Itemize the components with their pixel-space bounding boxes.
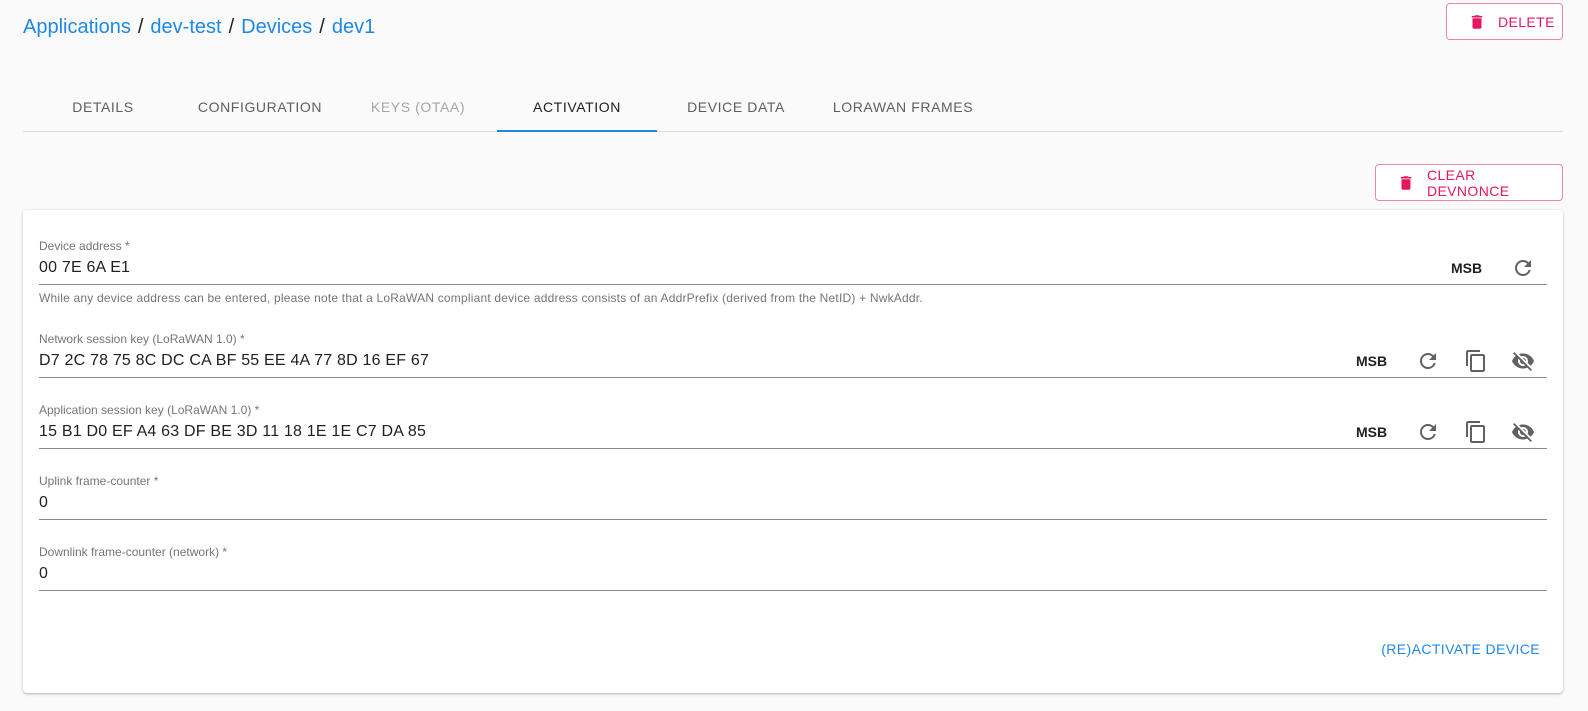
app-s-key-input[interactable]: 15 B1 D0 EF A4 63 DF BE 3D 11 18 1E 1E C… [39, 423, 426, 441]
refresh-icon[interactable] [1416, 420, 1440, 444]
breadcrumb-devices[interactable]: Devices [241, 16, 312, 38]
tab-activation[interactable]: ACTIVATION [497, 88, 657, 132]
refresh-icon[interactable] [1416, 349, 1440, 373]
device-address-helper: While any device address can be entered,… [39, 291, 923, 305]
tab-bar: DETAILS CONFIGURATION KEYS (OTAA) ACTIVA… [23, 88, 1563, 132]
nwk-s-key-label: Network session key (LoRaWAN 1.0) * [39, 332, 245, 346]
nwk-s-key-msb-toggle[interactable]: MSB [1356, 353, 1387, 369]
device-address-field: Device address * 00 7E 6A E1 MSB While a… [39, 238, 1547, 305]
clear-devnonce-button[interactable]: CLEAR DEVNONCE [1375, 164, 1563, 201]
tab-keys-otaa: KEYS (OTAA) [370, 99, 466, 115]
trash-icon [1400, 175, 1412, 190]
app-s-key-label: Application session key (LoRaWAN 1.0) * [39, 403, 260, 417]
breadcrumb-device-dev1[interactable]: dev1 [332, 16, 375, 38]
eye-off-icon[interactable] [1511, 349, 1535, 373]
delete-button-label: DELETE [1498, 13, 1555, 30]
breadcrumb: Applications / dev-test / Devices / dev1 [23, 14, 375, 40]
delete-button[interactable]: DELETE [1446, 3, 1563, 40]
uplink-frame-counter-label: Uplink frame-counter * [39, 474, 159, 488]
breadcrumb-separator: / [228, 16, 235, 38]
trash-icon [1471, 14, 1483, 29]
eye-off-icon[interactable] [1511, 420, 1535, 444]
device-address-input-row[interactable]: 00 7E 6A E1 MSB [39, 254, 1547, 285]
nwk-s-key-input[interactable]: D7 2C 78 75 8C DC CA BF 55 EE 4A 77 8D 1… [39, 352, 429, 370]
reactivate-device-button[interactable]: (RE)ACTIVATE DEVICE [1381, 641, 1540, 657]
app-s-key-input-row[interactable]: 15 B1 D0 EF A4 63 DF BE 3D 11 18 1E 1E C… [39, 418, 1547, 449]
activation-form-card: Device address * 00 7E 6A E1 MSB While a… [23, 210, 1563, 693]
downlink-frame-counter-input-row[interactable]: 0 [39, 560, 1547, 591]
breadcrumb-applications[interactable]: Applications [23, 16, 131, 38]
device-address-input[interactable]: 00 7E 6A E1 [39, 259, 130, 277]
breadcrumb-separator: / [319, 16, 325, 38]
nwk-s-key-input-row[interactable]: D7 2C 78 75 8C DC CA BF 55 EE 4A 77 8D 1… [39, 347, 1547, 378]
tab-lorawan-frames[interactable]: LORAWAN FRAMES [823, 88, 983, 131]
tab-details[interactable]: DETAILS [23, 88, 183, 131]
downlink-frame-counter-input[interactable]: 0 [39, 565, 48, 583]
copy-icon[interactable] [1464, 420, 1488, 444]
refresh-icon[interactable] [1511, 256, 1535, 280]
app-s-key-msb-toggle[interactable]: MSB [1356, 424, 1387, 440]
tab-configuration[interactable]: CONFIGURATION [180, 88, 340, 131]
breadcrumb-separator: / [137, 16, 144, 38]
uplink-frame-counter-input[interactable]: 0 [39, 494, 48, 512]
device-address-label: Device address * [39, 239, 130, 253]
downlink-frame-counter-field: Downlink frame-counter (network) * 0 [39, 544, 1547, 591]
downlink-frame-counter-label: Downlink frame-counter (network) * [39, 545, 228, 559]
device-address-msb-toggle[interactable]: MSB [1451, 260, 1482, 276]
breadcrumb-application-dev-test[interactable]: dev-test [150, 16, 221, 38]
app-s-key-field: Application session key (LoRaWAN 1.0) * … [39, 402, 1547, 449]
nwk-s-key-field: Network session key (LoRaWAN 1.0) * D7 2… [39, 331, 1547, 378]
clear-devnonce-label: CLEAR DEVNONCE [1426, 166, 1510, 199]
uplink-frame-counter-field: Uplink frame-counter * 0 [39, 473, 1547, 520]
copy-icon[interactable] [1464, 349, 1488, 373]
uplink-frame-counter-input-row[interactable]: 0 [39, 489, 1547, 520]
tab-device-data[interactable]: DEVICE DATA [656, 88, 816, 131]
